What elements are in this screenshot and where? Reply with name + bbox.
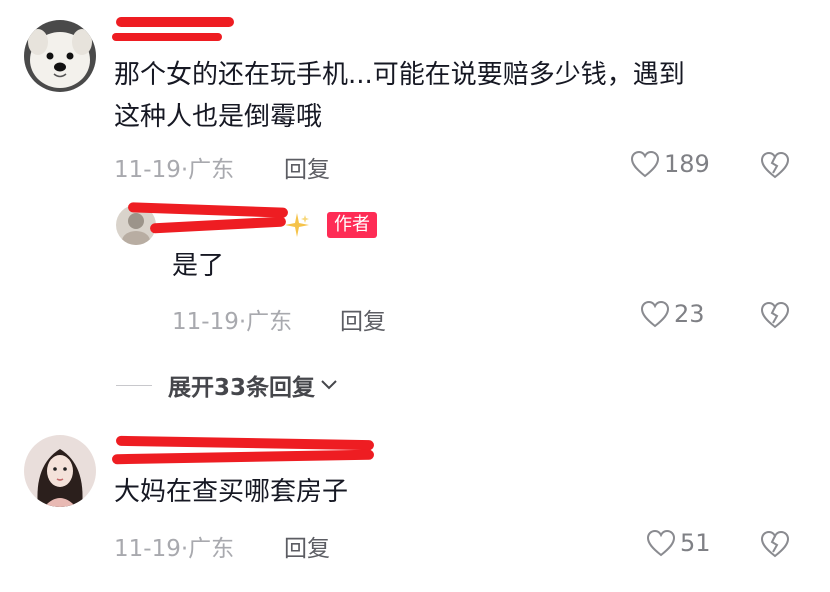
broken-heart-icon [760,151,790,179]
avatar-girl[interactable] [24,435,96,507]
like-count: 23 [674,300,705,328]
reply-text: 是了 [172,251,225,281]
dislike-button[interactable] [760,151,790,179]
like-button[interactable]: 51 [646,529,711,557]
comment-date: 11-19·广东 [114,157,235,183]
username-redaction [112,33,222,41]
expand-replies-button[interactable]: 展开33条回复 [116,368,339,402]
dislike-button[interactable] [760,301,790,329]
heart-outline-icon [630,150,660,178]
author-badge: 作者 [327,212,377,238]
sparkle-icon [284,212,310,238]
comment-text-line2: 这种人也是倒霉哦 [114,102,323,132]
like-button[interactable]: 23 [640,300,705,328]
chevron-down-icon [321,380,337,390]
username-redaction [149,216,287,234]
heart-outline-icon [640,300,670,328]
like-count: 189 [664,150,710,178]
username-redaction [111,449,375,465]
broken-heart-icon [760,301,790,329]
comment-date: 11-19·广东 [114,536,235,562]
dislike-button[interactable] [760,530,790,558]
username-redaction [115,435,375,451]
reply-button[interactable]: 回复 [284,529,330,563]
comment-text-line1: 那个女的还在玩手机...可能在说要赔多少钱，遇到 [114,60,685,90]
divider [116,384,152,386]
like-count: 51 [680,529,711,557]
heart-outline-icon [646,529,676,557]
comment-text: 大妈在查买哪套房子 [114,477,349,507]
reply-button[interactable]: 回复 [284,150,330,184]
reply-button[interactable]: 回复 [340,302,386,336]
expand-replies-label: 展开33条回复 [168,375,316,401]
broken-heart-icon [760,530,790,558]
username-redaction [116,17,234,27]
avatar-dog[interactable] [24,20,96,92]
reply-date: 11-19·广东 [172,309,293,335]
like-button[interactable]: 189 [630,150,710,178]
